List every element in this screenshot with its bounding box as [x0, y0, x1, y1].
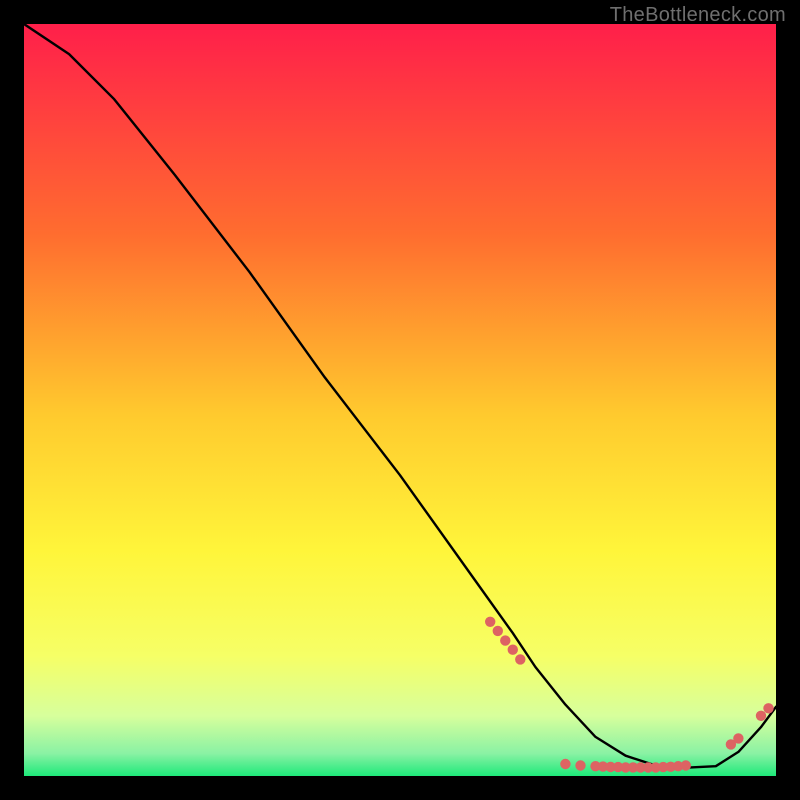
data-point	[485, 617, 495, 627]
plot-area	[24, 24, 776, 776]
data-point	[733, 733, 743, 743]
gradient-background	[24, 24, 776, 776]
data-point	[560, 759, 570, 769]
data-point	[763, 703, 773, 713]
data-point	[756, 711, 766, 721]
data-point	[493, 626, 503, 636]
data-point	[575, 760, 585, 770]
data-point	[500, 635, 510, 645]
chart-frame: TheBottleneck.com	[0, 0, 800, 800]
data-point	[681, 760, 691, 770]
data-point	[508, 645, 518, 655]
data-point	[515, 654, 525, 664]
chart-svg	[24, 24, 776, 776]
